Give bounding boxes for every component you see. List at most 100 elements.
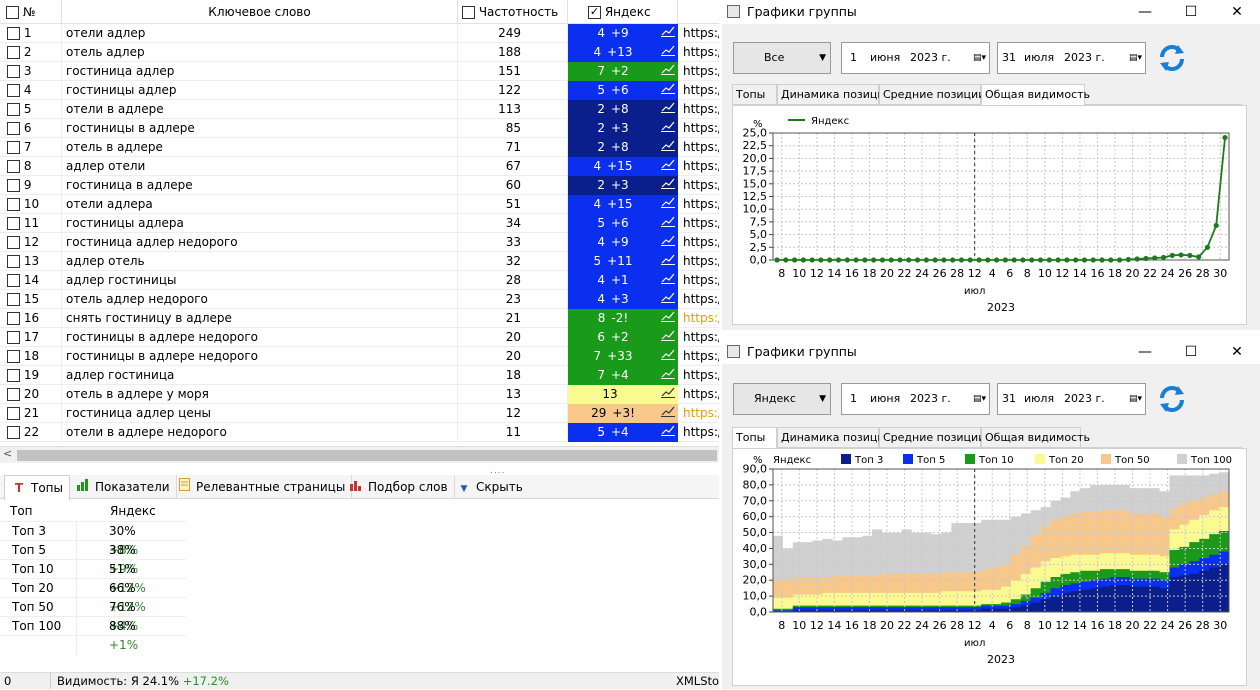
- row-checkbox[interactable]: [7, 198, 20, 211]
- refresh-icon[interactable]: [1156, 383, 1188, 415]
- keyword-cell[interactable]: снять гостиницу в адлере: [62, 309, 458, 328]
- row-checkbox[interactable]: [7, 65, 20, 78]
- col-num-header[interactable]: №: [0, 0, 62, 24]
- yandex-position-cell[interactable]: 13: [568, 385, 658, 404]
- row-checkbox[interactable]: [7, 388, 20, 401]
- table-row[interactable]: 10 отели адлера 51 4 +15 https:/: [0, 195, 719, 214]
- table-row[interactable]: 3 гостиница адлер 151 7 +2 https:/: [0, 62, 719, 81]
- tab-overall-visibility[interactable]: Общая видимость: [981, 427, 1090, 448]
- yandex-checkbox[interactable]: ✓: [588, 6, 601, 19]
- row-checkbox[interactable]: [7, 369, 20, 382]
- yandex-position-cell[interactable]: 2 +8: [568, 138, 658, 157]
- url-cell[interactable]: https:/: [678, 43, 719, 62]
- scroll-thumb[interactable]: [17, 450, 717, 461]
- yandex-position-cell[interactable]: 4 +1: [568, 271, 658, 290]
- row-checkbox[interactable]: [7, 122, 20, 135]
- url-cell[interactable]: https:/: [678, 385, 719, 404]
- chart-line-icon[interactable]: [658, 176, 678, 195]
- yandex-position-cell[interactable]: 4 +13: [568, 43, 658, 62]
- chart-line-icon[interactable]: [658, 423, 678, 442]
- yandex-position-cell[interactable]: 5 +11: [568, 252, 658, 271]
- minimize-button[interactable]: —: [1122, 0, 1168, 24]
- tab-tops[interactable]: Топы: [732, 84, 777, 105]
- tab-relevant-pages[interactable]: Релевантные страницы: [170, 475, 353, 499]
- refresh-icon[interactable]: [1156, 42, 1188, 74]
- maximize-button[interactable]: ☐: [1168, 340, 1214, 364]
- row-checkbox[interactable]: [7, 46, 20, 59]
- horizontal-scrollbar[interactable]: <: [0, 446, 719, 463]
- close-button[interactable]: ✕: [1214, 340, 1260, 364]
- date-from-picker[interactable]: 1 июня 2023 г. ▤▾: [841, 42, 990, 74]
- table-row[interactable]: 8 адлер отели 67 4 +15 https:/: [0, 157, 719, 176]
- keyword-cell[interactable]: отель адлер: [62, 43, 458, 62]
- chart-line-icon[interactable]: [658, 195, 678, 214]
- yandex-position-cell[interactable]: 5 +4: [568, 423, 658, 442]
- yandex-position-cell[interactable]: 7 +33: [568, 347, 658, 366]
- close-button[interactable]: ✕: [1214, 0, 1260, 24]
- table-row[interactable]: 13 адлер отель 32 5 +11 https:/: [0, 252, 719, 271]
- chart-line-icon[interactable]: [658, 309, 678, 328]
- row-checkbox[interactable]: [7, 103, 20, 116]
- row-checkbox[interactable]: [7, 141, 20, 154]
- table-row[interactable]: 20 отель в адлере у моря 13 13 https:/: [0, 385, 719, 404]
- url-cell[interactable]: https:/: [678, 290, 719, 309]
- table-row[interactable]: 19 адлер гостиница 18 7 +4 https:/: [0, 366, 719, 385]
- chart-line-icon[interactable]: [658, 252, 678, 271]
- keyword-cell[interactable]: отели в адлере недорого: [62, 423, 458, 442]
- url-cell[interactable]: https:/: [678, 233, 719, 252]
- url-cell[interactable]: https:/: [678, 347, 719, 366]
- freq-checkbox[interactable]: [462, 6, 475, 19]
- calendar-icon[interactable]: ▤▾: [1129, 384, 1142, 414]
- engine-select[interactable]: Яндекс ▼: [733, 383, 831, 415]
- table-row[interactable]: 16 снять гостиницу в адлере 21 8 -2! https:/: [0, 309, 719, 328]
- row-checkbox[interactable]: [7, 160, 20, 173]
- minimize-button[interactable]: —: [1122, 340, 1168, 364]
- row-checkbox[interactable]: [7, 255, 20, 268]
- url-cell[interactable]: https:/: [678, 404, 719, 423]
- yandex-position-cell[interactable]: 5 +6: [568, 214, 658, 233]
- tab-position-dynamics[interactable]: Динамика позиций: [777, 427, 892, 448]
- keyword-cell[interactable]: гостиницы в адлере: [62, 119, 458, 138]
- chart-line-icon[interactable]: [658, 119, 678, 138]
- url-cell[interactable]: https:/: [678, 62, 719, 81]
- keyword-cell[interactable]: гостиница адлер: [62, 62, 458, 81]
- col-freq-header[interactable]: Частотность: [458, 0, 568, 24]
- scroll-left-icon[interactable]: <: [3, 447, 12, 460]
- url-cell[interactable]: https:/: [678, 271, 719, 290]
- table-row[interactable]: 2 отель адлер 188 4 +13 https:/: [0, 43, 719, 62]
- yandex-position-cell[interactable]: 2 +3: [568, 119, 658, 138]
- yandex-position-cell[interactable]: 6 +2: [568, 328, 658, 347]
- keyword-cell[interactable]: гостиницы в адлере недорого: [62, 347, 458, 366]
- chart-line-icon[interactable]: [658, 233, 678, 252]
- yandex-position-cell[interactable]: 7 +2: [568, 62, 658, 81]
- table-row[interactable]: 21 гостиница адлер цены 12 29 +3! https:/: [0, 404, 719, 423]
- keyword-cell[interactable]: отель в адлере: [62, 138, 458, 157]
- url-cell[interactable]: https:/: [678, 176, 719, 195]
- url-cell[interactable]: https:/: [678, 157, 719, 176]
- url-cell[interactable]: https:/: [678, 100, 719, 119]
- calendar-icon[interactable]: ▤▾: [1129, 43, 1142, 73]
- url-cell[interactable]: https:/: [678, 81, 719, 100]
- keyword-cell[interactable]: адлер отели: [62, 157, 458, 176]
- table-row[interactable]: 17 гостиницы в адлере недорого 20 6 +2 https:…: [0, 328, 719, 347]
- keyword-cell[interactable]: гостиницы в адлере недорого: [62, 328, 458, 347]
- tab-word-selection[interactable]: Подбор слов: [342, 475, 455, 499]
- keyword-cell[interactable]: гостиницы адлера: [62, 214, 458, 233]
- select-all-checkbox[interactable]: [6, 6, 19, 19]
- yandex-position-cell[interactable]: 4 +3: [568, 290, 658, 309]
- table-row[interactable]: 22 отели в адлере недорого 11 5 +4 https:/: [0, 423, 719, 442]
- keyword-cell[interactable]: отели в адлере: [62, 100, 458, 119]
- row-checkbox[interactable]: [7, 236, 20, 249]
- url-cell[interactable]: https:/: [678, 119, 719, 138]
- chart-line-icon[interactable]: [658, 214, 678, 233]
- yandex-position-cell[interactable]: 4 +9: [568, 233, 658, 252]
- tab-average-positions[interactable]: Средние позиции: [879, 427, 985, 448]
- tab-overall-visibility[interactable]: Общая видимость: [981, 84, 1090, 106]
- yandex-position-cell[interactable]: 7 +4: [568, 366, 658, 385]
- yandex-position-cell[interactable]: 5 +6: [568, 81, 658, 100]
- url-cell[interactable]: https:/: [678, 328, 719, 347]
- chart-line-icon[interactable]: [658, 347, 678, 366]
- date-to-picker[interactable]: 31 июля 2023 г. ▤▾: [997, 42, 1146, 74]
- url-cell[interactable]: https:/: [678, 309, 719, 328]
- date-to-picker[interactable]: 31 июля 2023 г. ▤▾: [997, 383, 1146, 415]
